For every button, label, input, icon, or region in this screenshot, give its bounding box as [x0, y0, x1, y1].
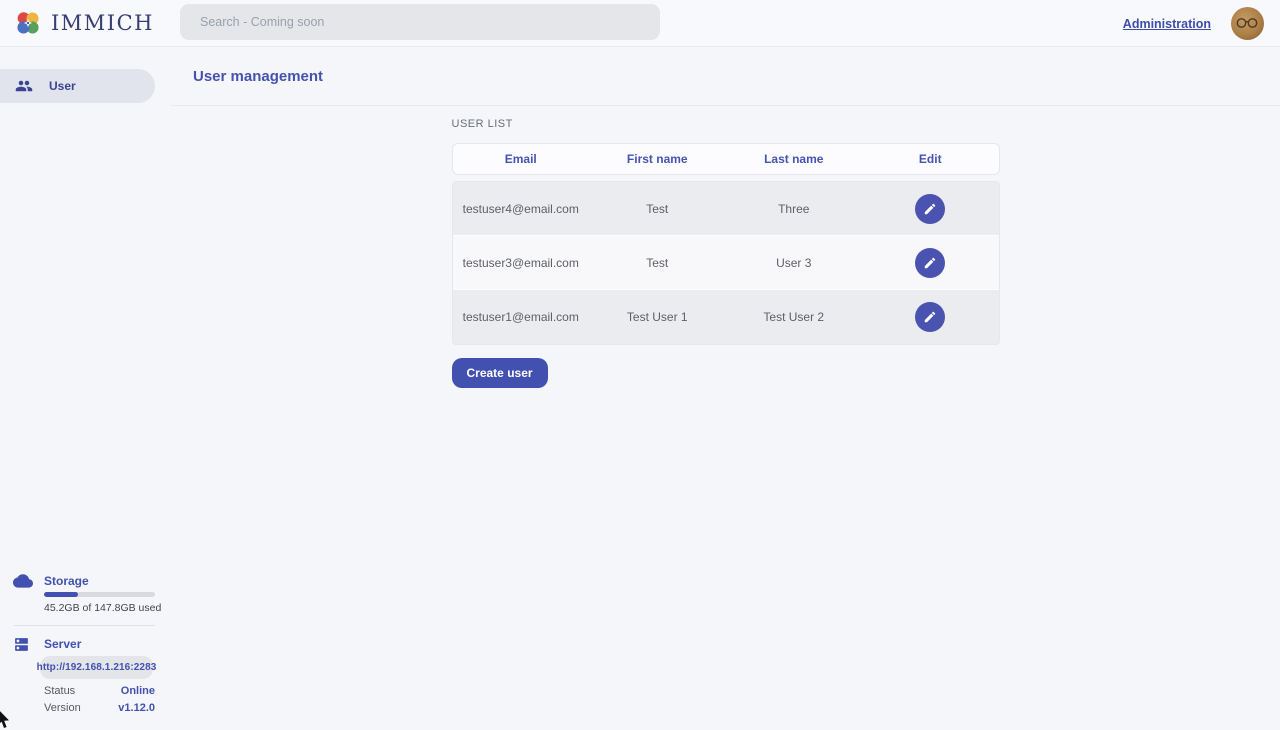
- cell-last-name: Test User 2: [726, 310, 863, 324]
- column-email: Email: [453, 152, 590, 166]
- version-label: Version: [44, 702, 81, 714]
- sidebar-divider: [14, 625, 155, 626]
- cell-last-name: Three: [726, 202, 863, 216]
- version-value: v1.12.0: [118, 702, 155, 714]
- top-bar: IMMICH Administration: [0, 0, 1280, 47]
- column-first-name: First name: [589, 152, 726, 166]
- pencil-icon: [923, 256, 937, 270]
- table-row: testuser4@email.com Test Three: [453, 182, 999, 236]
- cell-email: testuser3@email.com: [453, 256, 590, 270]
- sidebar-item-label: User: [49, 79, 76, 93]
- search-input[interactable]: [180, 4, 660, 40]
- table-row: testuser3@email.com Test User 3: [453, 236, 999, 290]
- cell-email: testuser1@email.com: [453, 310, 590, 324]
- edit-user-button[interactable]: [915, 194, 945, 224]
- sidebar: User Storage 45.2GB of 147.8GB used Serv…: [0, 47, 171, 730]
- storage-title: Storage: [44, 574, 89, 588]
- cell-email: testuser4@email.com: [453, 202, 590, 216]
- storage-usage-text: 45.2GB of 147.8GB used: [44, 602, 161, 614]
- user-table-body: testuser4@email.com Test Three testuser3…: [452, 181, 1000, 345]
- users-icon: [15, 77, 33, 95]
- main-content: User management USER LIST Email First na…: [171, 47, 1280, 730]
- user-table-header: Email First name Last name Edit: [452, 143, 1000, 175]
- server-title: Server: [44, 637, 81, 651]
- server-icon: [13, 636, 30, 653]
- cell-first-name: Test: [589, 202, 726, 216]
- cell-last-name: User 3: [726, 256, 863, 270]
- storage-progress-bar: [44, 592, 155, 597]
- status-label: Status: [44, 685, 75, 697]
- cell-first-name: Test: [589, 256, 726, 270]
- server-status-row: Status Online: [44, 685, 155, 697]
- edit-user-button[interactable]: [915, 248, 945, 278]
- cell-first-name: Test User 1: [589, 310, 726, 324]
- user-list-label: USER LIST: [452, 118, 1000, 130]
- page-title-bar: User management: [171, 47, 1280, 106]
- edit-user-button[interactable]: [915, 302, 945, 332]
- glasses-icon: [1236, 17, 1259, 29]
- server-url-badge: http://192.168.1.216:2283: [40, 656, 153, 679]
- administration-link[interactable]: Administration: [1123, 17, 1211, 31]
- table-row: testuser1@email.com Test User 1 Test Use…: [453, 290, 999, 344]
- brand-name: IMMICH: [51, 11, 154, 35]
- create-user-button[interactable]: Create user: [452, 358, 548, 388]
- pencil-icon: [923, 202, 937, 216]
- user-avatar[interactable]: [1231, 7, 1264, 40]
- storage-progress-fill: [44, 592, 78, 597]
- pencil-icon: [923, 310, 937, 324]
- column-edit: Edit: [862, 152, 999, 166]
- immich-flower-icon: [14, 9, 42, 37]
- cloud-icon: [13, 573, 33, 588]
- immich-logo: IMMICH: [14, 9, 154, 37]
- column-last-name: Last name: [726, 152, 863, 166]
- server-version-row: Version v1.12.0: [44, 702, 155, 714]
- status-value: Online: [121, 685, 155, 697]
- page-title: User management: [193, 68, 323, 85]
- mouse-cursor: [0, 709, 11, 729]
- sidebar-item-user[interactable]: User: [0, 69, 155, 103]
